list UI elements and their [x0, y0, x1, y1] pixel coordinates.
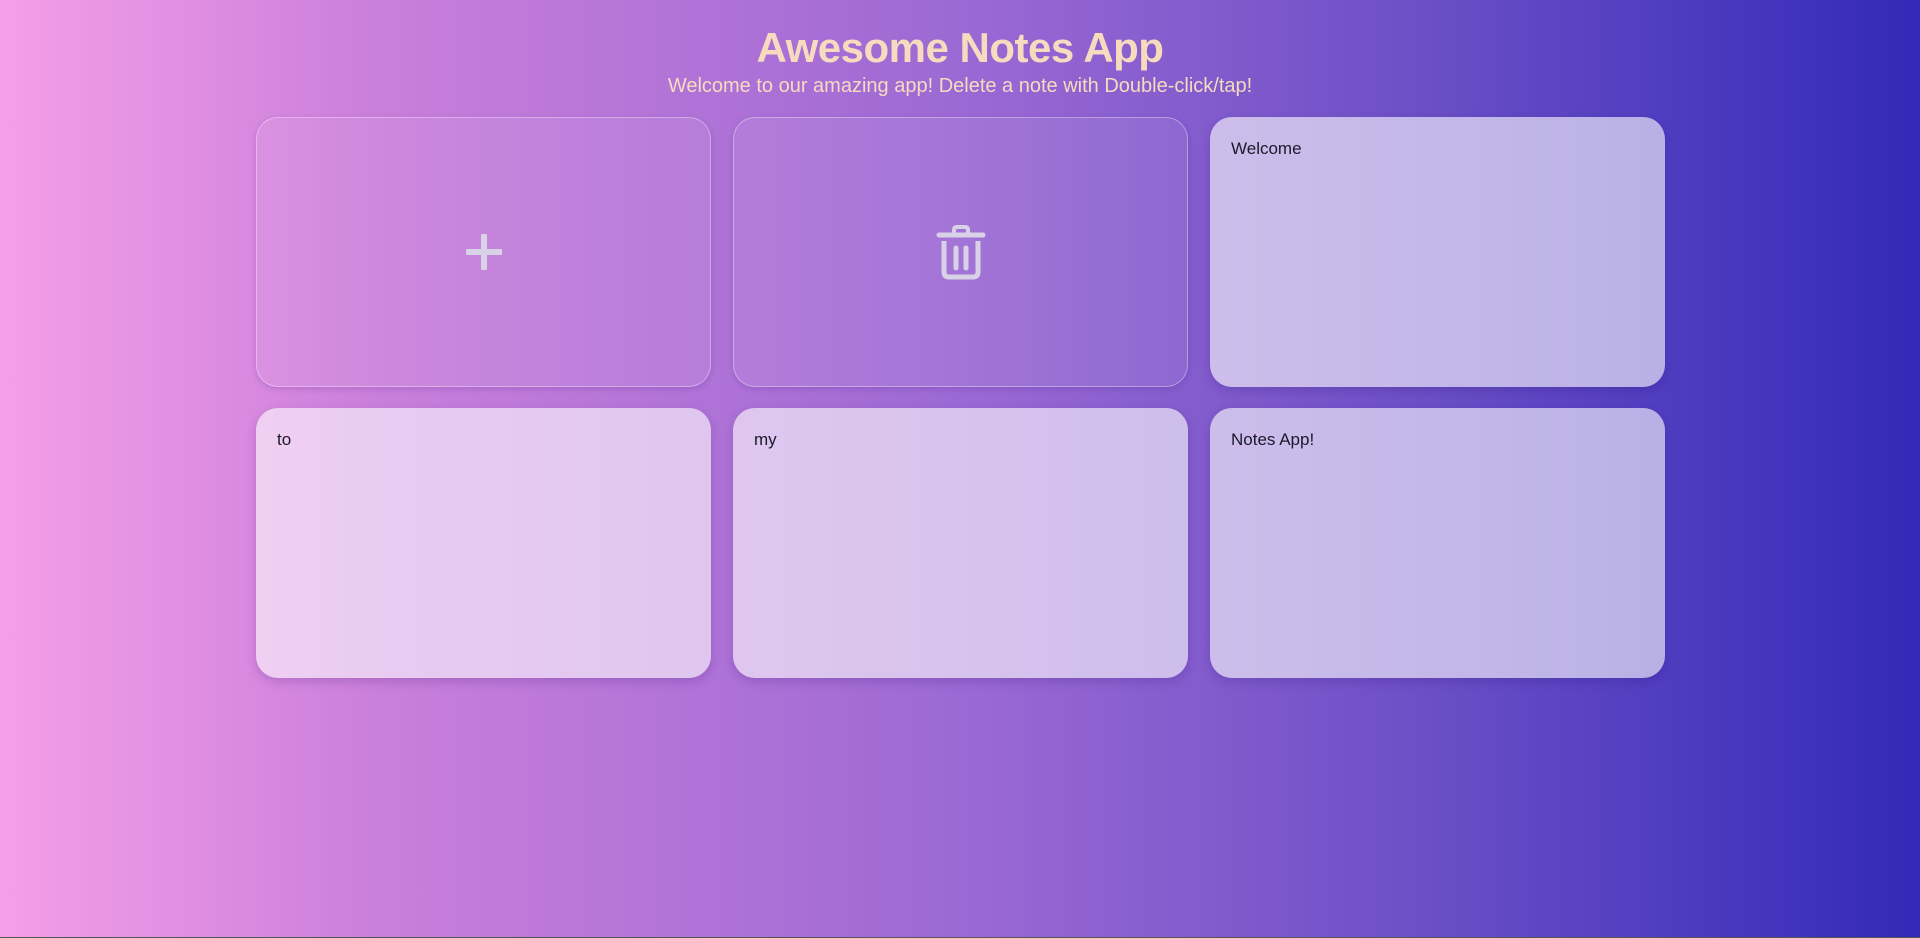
app-title: Awesome Notes App — [756, 24, 1164, 71]
note-text: Notes App! — [1231, 430, 1315, 449]
note-text: my — [754, 430, 777, 449]
notes-grid: Welcome to my Notes App! — [256, 117, 1665, 678]
app-header: Awesome Notes App Welcome to our amazing… — [0, 0, 1920, 99]
note-card[interactable]: Welcome — [1210, 117, 1665, 387]
note-text: Welcome — [1231, 139, 1302, 158]
note-text: to — [277, 430, 292, 449]
delete-notes-button[interactable] — [733, 117, 1188, 387]
note-card[interactable]: my — [733, 408, 1188, 678]
plus-icon — [465, 234, 502, 270]
trash-icon — [936, 225, 985, 280]
add-note-button[interactable] — [256, 117, 711, 387]
note-card[interactable]: to — [256, 408, 711, 678]
note-card[interactable]: Notes App! — [1210, 408, 1665, 678]
app-subtitle: Welcome to our amazing app! Delete a not… — [667, 75, 1253, 97]
